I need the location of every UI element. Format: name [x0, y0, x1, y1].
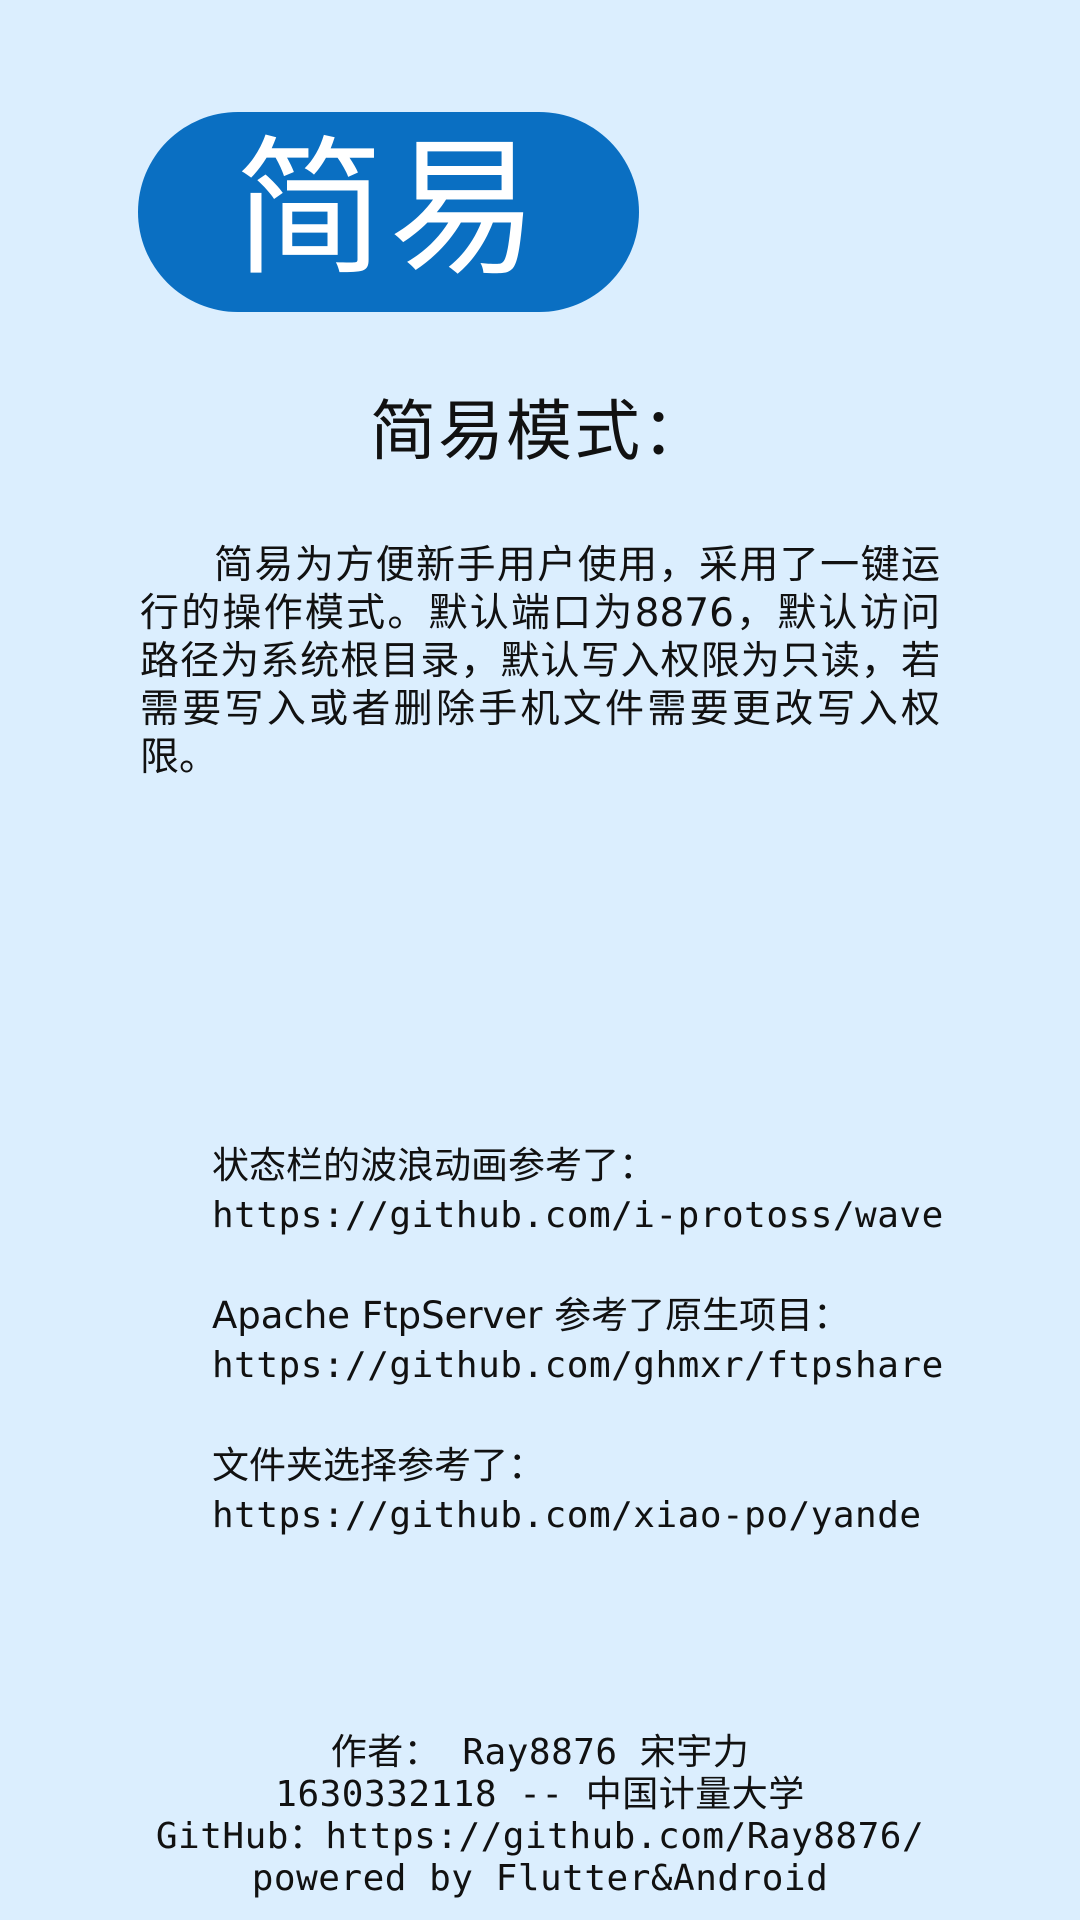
mode-badge-label: 简易 — [234, 123, 543, 297]
footer: 作者： Ray8876 宋宇力 1630332118 -- 中国计量大学 Git… — [0, 1732, 1080, 1900]
reference-item: Apache FtpServer 参考了原生项目： https://github… — [212, 1292, 1032, 1392]
reference-label: 文件夹选择参考了： — [212, 1444, 545, 1487]
powered-by-line: powered by Flutter&Android — [251, 1858, 829, 1899]
reference-link[interactable]: https://github.com/ghmxr/ftpshare — [212, 1340, 1032, 1392]
reference-link[interactable]: https://github.com/xiao-po/yande — [212, 1490, 1032, 1542]
reference-label: 状态栏的波浪动画参考了： — [212, 1144, 656, 1187]
mode-badge: 简易 — [138, 112, 639, 312]
mode-description: 简易为方便新手用户使用，采用了一键运行的操作模式。默认端口为8876，默认访问路… — [140, 543, 940, 780]
reference-link[interactable]: https://github.com/i-protoss/wave — [212, 1190, 1032, 1242]
github-link[interactable]: GitHub：https://github.com/Ray8876/ — [0, 1816, 1080, 1858]
reference-item: 状态栏的波浪动画参考了： https://github.com/i-protos… — [212, 1142, 1032, 1242]
author-line: 作者： Ray8876 宋宇力 — [330, 1732, 750, 1773]
references-list: 状态栏的波浪动画参考了： https://github.com/i-protos… — [212, 1142, 1032, 1592]
student-line: 1630332118 -- 中国计量大学 — [275, 1774, 805, 1815]
reference-item: 文件夹选择参考了： https://github.com/xiao-po/yan… — [212, 1442, 1032, 1542]
reference-label: Apache FtpServer 参考了原生项目： — [212, 1294, 851, 1337]
section-title: 简易模式： — [370, 393, 710, 470]
